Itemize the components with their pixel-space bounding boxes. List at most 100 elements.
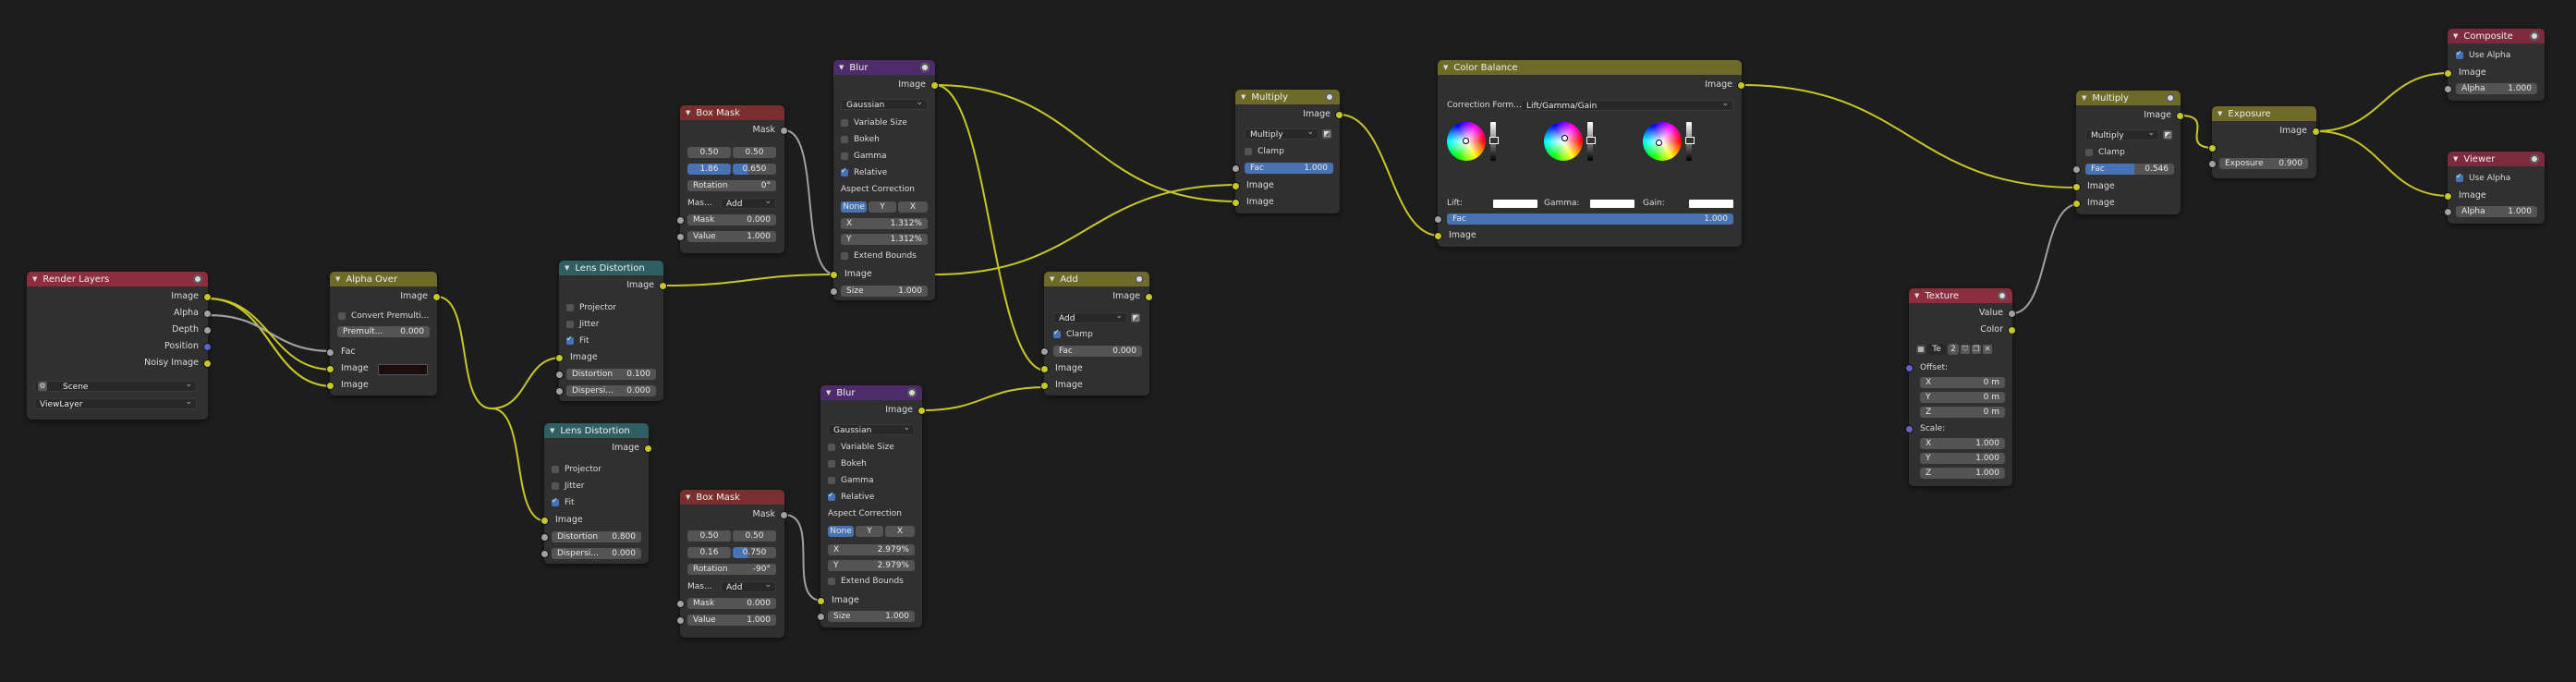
node-link[interactable] bbox=[491, 408, 547, 522]
color-swatch[interactable] bbox=[378, 364, 428, 375]
socket-icon[interactable] bbox=[780, 127, 788, 135]
socket-icon[interactable] bbox=[2444, 69, 2452, 78]
node-header[interactable]: ▼ Multiply bbox=[1235, 90, 1340, 104]
fake-user-icon[interactable]: ⛉ bbox=[1961, 345, 1970, 354]
socket-icon[interactable] bbox=[203, 343, 212, 351]
scene-selector[interactable]: Scene bbox=[34, 379, 197, 392]
lift-value-slider[interactable] bbox=[1489, 122, 1499, 161]
projector-checkbox[interactable] bbox=[566, 304, 574, 311]
gamma-checkbox[interactable] bbox=[841, 152, 848, 160]
socket-icon[interactable] bbox=[917, 407, 926, 415]
node-link[interactable] bbox=[436, 296, 492, 409]
jitter-checkbox[interactable] bbox=[552, 482, 559, 490]
texture-users-count[interactable]: 2 bbox=[1948, 344, 1959, 355]
y-field[interactable]: 0.50 bbox=[733, 530, 776, 542]
size-x-field[interactable]: X 1.312% bbox=[841, 218, 928, 229]
node-link[interactable] bbox=[934, 84, 1047, 371]
value-field[interactable]: Value 1.000 bbox=[687, 231, 776, 242]
blend-mode-dropdown[interactable]: Multiply bbox=[1245, 127, 1318, 140]
clamp-checkbox[interactable] bbox=[1053, 328, 1061, 338]
node-header[interactable]: ▼ Lens Distortion bbox=[544, 423, 649, 438]
socket-icon[interactable] bbox=[432, 293, 441, 301]
node-header[interactable]: ▼ Box Mask bbox=[680, 490, 784, 505]
socket-icon[interactable] bbox=[555, 354, 564, 362]
mask-field[interactable]: Mask 0.000 bbox=[687, 598, 776, 609]
bokeh-checkbox[interactable] bbox=[828, 460, 835, 468]
gain-color-wheel[interactable] bbox=[1643, 122, 1682, 161]
socket-icon[interactable] bbox=[326, 365, 334, 373]
aspect-none-button[interactable]: None bbox=[841, 201, 867, 213]
socket-icon[interactable] bbox=[1232, 199, 1240, 207]
multiply-node-1[interactable]: ▼Multiply Image Multiply ◩ Clamp Fac1.00… bbox=[1232, 90, 1343, 213]
collapse-icon[interactable]: ▼ bbox=[1443, 64, 1448, 71]
node-link[interactable] bbox=[662, 274, 836, 286]
socket-icon[interactable] bbox=[1434, 215, 1442, 224]
relative-checkbox[interactable] bbox=[841, 166, 848, 177]
scale-x-field[interactable]: X 1.000 bbox=[1920, 438, 2005, 449]
distortion-field[interactable]: Distortion 0.100 bbox=[566, 369, 656, 380]
socket-icon[interactable] bbox=[676, 600, 685, 608]
node-link[interactable] bbox=[207, 298, 334, 371]
add-node[interactable]: ▼Add Image Add ◩ Clamp Fac0.000 Image Im… bbox=[1040, 272, 1153, 396]
socket-icon[interactable] bbox=[1905, 425, 1914, 433]
collapse-icon[interactable]: ▼ bbox=[686, 109, 690, 116]
aspect-y-button[interactable]: Y bbox=[856, 526, 883, 537]
jitter-checkbox[interactable] bbox=[566, 321, 574, 328]
node-link[interactable] bbox=[2011, 203, 2079, 314]
socket-icon[interactable] bbox=[2072, 183, 2081, 191]
collapse-icon[interactable]: ▼ bbox=[686, 493, 690, 501]
composite-node[interactable]: ▼Composite Use Alpha Image Alpha1.000 bbox=[2444, 29, 2545, 101]
clamp-checkbox[interactable] bbox=[2085, 149, 2093, 156]
collapse-icon[interactable]: ▼ bbox=[565, 264, 569, 272]
blend-mode-dropdown[interactable]: Multiply bbox=[2085, 128, 2159, 140]
alpha-toggle-icon[interactable]: ◩ bbox=[1131, 313, 1140, 323]
node-link[interactable] bbox=[921, 386, 1047, 411]
socket-icon[interactable] bbox=[326, 382, 334, 390]
gamma-color-wheel[interactable] bbox=[1544, 122, 1583, 161]
alpha-toggle-icon[interactable]: ◩ bbox=[1322, 129, 1331, 139]
node-header[interactable]: ▼ Composite bbox=[2448, 29, 2545, 43]
collapse-icon[interactable]: ▼ bbox=[839, 64, 844, 71]
node-link[interactable] bbox=[784, 514, 823, 602]
exposure-node[interactable]: ▼ Exposure Image Exposure 0.900 bbox=[2208, 106, 2320, 178]
lift-color-swatch[interactable] bbox=[1493, 200, 1537, 208]
socket-icon[interactable] bbox=[2072, 200, 2081, 208]
blend-mode-dropdown[interactable]: Add bbox=[1053, 311, 1127, 323]
variable-size-checkbox[interactable] bbox=[828, 444, 835, 451]
socket-icon[interactable] bbox=[1335, 111, 1343, 119]
offset-z-field[interactable]: Z0 m bbox=[1920, 407, 2005, 418]
collapse-icon[interactable]: ▼ bbox=[1914, 292, 1919, 299]
socket-icon[interactable] bbox=[326, 348, 334, 357]
node-header[interactable]: ▼ Viewer bbox=[2448, 152, 2545, 166]
box-mask-node-1[interactable]: ▼ Box Mask Mask 0.50 0.50 1.86 0.650 Rota… bbox=[676, 105, 788, 253]
size-y-field[interactable]: Y 1.312% bbox=[841, 234, 928, 245]
node-header[interactable]: ▼ Texture bbox=[1909, 288, 2012, 303]
socket-icon[interactable] bbox=[555, 387, 564, 396]
collapse-icon[interactable]: ▼ bbox=[1050, 275, 1054, 283]
alpha-field[interactable]: Alpha 1.000 bbox=[2456, 83, 2537, 94]
extend-bounds-checkbox[interactable] bbox=[828, 578, 835, 585]
multiply-node-2[interactable]: ▼Multiply Image Multiply ◩ Clamp Fac0.54… bbox=[2072, 91, 2184, 214]
node-link[interactable] bbox=[207, 298, 334, 387]
socket-icon[interactable] bbox=[2072, 165, 2081, 174]
clamp-checkbox[interactable] bbox=[1245, 148, 1252, 155]
socket-icon[interactable] bbox=[1232, 164, 1240, 173]
mask-type-dropdown[interactable]: Add bbox=[721, 196, 776, 209]
render-layers-node[interactable]: ▼ Render Layers Image Alpha Depth Positio… bbox=[27, 272, 212, 420]
node-link[interactable] bbox=[491, 357, 562, 409]
gamma-color-swatch[interactable] bbox=[1590, 200, 1634, 208]
node-link[interactable] bbox=[1741, 84, 2079, 189]
fit-checkbox[interactable] bbox=[566, 335, 574, 345]
socket-icon[interactable] bbox=[2444, 192, 2452, 201]
socket-icon[interactable] bbox=[2312, 128, 2320, 136]
bokeh-checkbox[interactable] bbox=[841, 136, 848, 143]
use-alpha-checkbox[interactable] bbox=[2456, 172, 2463, 182]
socket-icon[interactable] bbox=[2444, 208, 2452, 216]
socket-icon[interactable] bbox=[2208, 144, 2217, 152]
socket-icon[interactable] bbox=[2208, 160, 2217, 168]
node-link[interactable] bbox=[784, 129, 836, 275]
texture-name-field[interactable]: Te bbox=[1927, 344, 1946, 355]
socket-icon[interactable] bbox=[1232, 182, 1240, 190]
mask-type-dropdown[interactable]: Add bbox=[721, 579, 776, 592]
scale-y-field[interactable]: Y 1.000 bbox=[1920, 453, 2005, 464]
